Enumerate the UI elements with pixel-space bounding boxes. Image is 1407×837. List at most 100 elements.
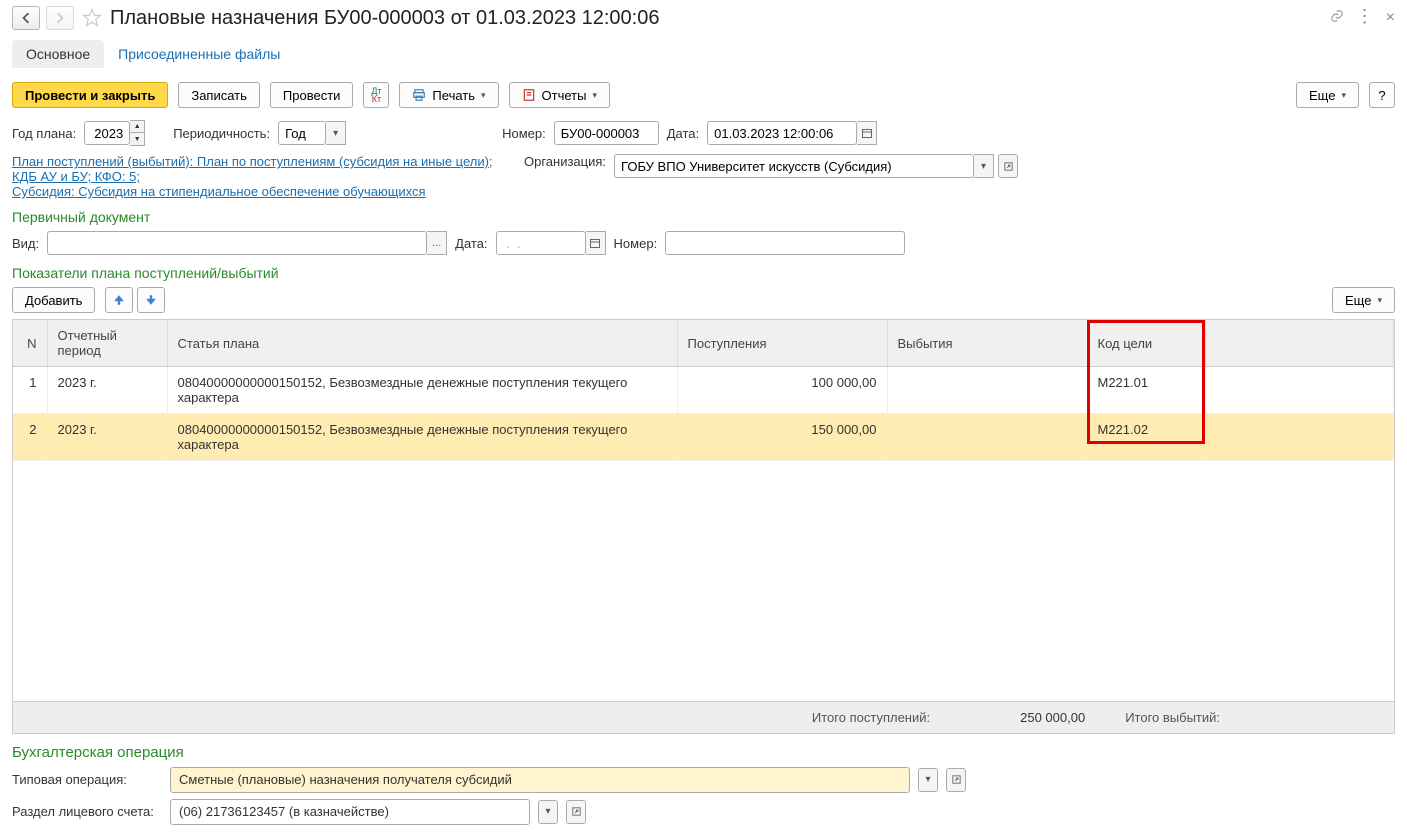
cell-goal: М221.02 bbox=[1087, 414, 1205, 461]
reports-label: Отчеты bbox=[542, 88, 587, 103]
arrow-right-icon bbox=[54, 12, 66, 24]
org-open-button[interactable] bbox=[998, 154, 1018, 178]
primary-doc-section-title: Первичный документ bbox=[12, 209, 1395, 225]
arrow-down-icon bbox=[145, 294, 157, 306]
add-row-button[interactable]: Добавить bbox=[12, 287, 95, 313]
indicators-section-title: Показатели плана поступлений/выбытий bbox=[12, 265, 1395, 281]
typ-op-input[interactable]: Сметные (плановые) назначения получателя… bbox=[170, 767, 910, 793]
acct-label: Раздел лицевого счета: bbox=[12, 804, 162, 819]
typ-op-open-button[interactable] bbox=[946, 768, 966, 792]
more-button[interactable]: Еще ▾ bbox=[1296, 82, 1359, 108]
periodicity-input[interactable] bbox=[278, 121, 326, 145]
primary-number-input[interactable] bbox=[665, 231, 905, 255]
caret-down-icon: ▾ bbox=[481, 90, 486, 101]
cell-in: 100 000,00 bbox=[677, 367, 887, 414]
nav-forward-button[interactable] bbox=[46, 6, 74, 30]
primary-date-calendar-button[interactable] bbox=[586, 231, 606, 255]
table-more-button[interactable]: Еще ▾ bbox=[1332, 287, 1395, 313]
totals-row: Итого поступлений: 250 000,00 Итого выбы… bbox=[12, 702, 1395, 734]
post-button[interactable]: Провести bbox=[270, 82, 354, 108]
acct-input[interactable]: (06) 21736123457 (в казначействе) bbox=[170, 799, 530, 825]
open-icon bbox=[571, 806, 582, 817]
help-button[interactable]: ? bbox=[1369, 82, 1395, 108]
number-input[interactable] bbox=[554, 121, 659, 145]
total-out-label: Итого выбытий: bbox=[1125, 710, 1220, 725]
nav-back-button[interactable] bbox=[12, 6, 40, 30]
primary-number-label: Номер: bbox=[614, 236, 658, 251]
col-header-goal[interactable]: Код цели bbox=[1087, 320, 1205, 367]
more-label: Еще bbox=[1309, 88, 1335, 103]
typ-op-value: Сметные (плановые) назначения получателя… bbox=[179, 772, 512, 787]
cell-out bbox=[887, 367, 1087, 414]
calendar-icon bbox=[861, 127, 873, 139]
caret-down-icon: ▾ bbox=[592, 90, 597, 101]
table-more-label: Еще bbox=[1345, 293, 1371, 308]
calendar-icon bbox=[589, 237, 601, 249]
acct-open-button[interactable] bbox=[566, 800, 586, 824]
cell-in: 150 000,00 bbox=[677, 414, 887, 461]
caret-down-icon: ▾ bbox=[1377, 295, 1382, 306]
org-input[interactable] bbox=[614, 154, 974, 178]
open-icon bbox=[1003, 161, 1014, 172]
col-header-out[interactable]: Выбытия bbox=[887, 320, 1087, 367]
cell-period: 2023 г. bbox=[47, 414, 167, 461]
plan-link[interactable]: План поступлений (выбытий): План по пост… bbox=[12, 154, 512, 184]
year-input[interactable] bbox=[84, 121, 130, 145]
move-up-button[interactable] bbox=[105, 287, 133, 313]
favorite-star-icon[interactable] bbox=[82, 8, 102, 28]
col-header-n[interactable]: N bbox=[13, 320, 47, 367]
cell-article: 08040000000000150152, Безвозмездные дене… bbox=[167, 367, 677, 414]
col-header-period[interactable]: Отчетный период bbox=[47, 320, 167, 367]
print-label: Печать bbox=[432, 88, 475, 103]
col-header-in[interactable]: Поступления bbox=[677, 320, 887, 367]
more-menu-icon[interactable]: ⋮ bbox=[1356, 9, 1374, 27]
date-input[interactable] bbox=[707, 121, 857, 145]
table-row[interactable]: 2 2023 г. 08040000000000150152, Безвозме… bbox=[13, 414, 1394, 461]
typ-op-dropdown-button[interactable]: ▾ bbox=[918, 768, 938, 792]
cell-article: 08040000000000150152, Безвозмездные дене… bbox=[167, 414, 677, 461]
kind-input[interactable] bbox=[47, 231, 427, 255]
accounting-section-title: Бухгалтерская операция bbox=[12, 744, 1395, 761]
subsidy-link[interactable]: Субсидия: Субсидия на стипендиальное обе… bbox=[12, 184, 512, 199]
total-in-value: 250 000,00 bbox=[1020, 710, 1085, 725]
indicators-table: N Отчетный период Статья плана Поступлен… bbox=[12, 319, 1395, 702]
org-dropdown-button[interactable]: ▾ bbox=[974, 154, 994, 178]
typ-op-label: Типовая операция: bbox=[12, 772, 162, 787]
acct-dropdown-button[interactable]: ▾ bbox=[538, 800, 558, 824]
primary-date-input[interactable] bbox=[496, 231, 586, 255]
close-icon[interactable]: × bbox=[1386, 9, 1395, 27]
report-icon bbox=[522, 88, 536, 102]
cell-period: 2023 г. bbox=[47, 367, 167, 414]
cell-n: 2 bbox=[13, 414, 47, 461]
dk-button[interactable]: ДтКт bbox=[363, 82, 389, 108]
tab-main[interactable]: Основное bbox=[12, 40, 104, 68]
cell-empty bbox=[1205, 367, 1394, 414]
print-button[interactable]: Печать ▾ bbox=[399, 82, 498, 108]
page-title: Плановые назначения БУ00-000003 от 01.03… bbox=[110, 7, 659, 30]
date-calendar-button[interactable] bbox=[857, 121, 877, 145]
reports-button[interactable]: Отчеты ▾ bbox=[509, 82, 610, 108]
cell-goal: М221.01 bbox=[1087, 367, 1205, 414]
save-button[interactable]: Записать bbox=[178, 82, 260, 108]
arrow-up-icon bbox=[113, 294, 125, 306]
tab-attached-files[interactable]: Присоединенные файлы bbox=[104, 40, 294, 68]
table-row[interactable]: 1 2023 г. 08040000000000150152, Безвозме… bbox=[13, 367, 1394, 414]
caret-down-icon: ▾ bbox=[1341, 90, 1346, 101]
cell-n: 1 bbox=[13, 367, 47, 414]
link-icon[interactable] bbox=[1330, 9, 1344, 27]
col-header-article[interactable]: Статья плана bbox=[167, 320, 677, 367]
post-and-close-button[interactable]: Провести и закрыть bbox=[12, 82, 168, 108]
acct-value: (06) 21736123457 (в казначействе) bbox=[179, 804, 389, 819]
cell-empty bbox=[1205, 414, 1394, 461]
total-in-label: Итого поступлений: bbox=[812, 710, 930, 725]
kind-select-button[interactable]: … bbox=[427, 231, 447, 255]
number-label: Номер: bbox=[502, 126, 546, 141]
year-spinner[interactable]: ▲▼ bbox=[130, 120, 145, 146]
periodicity-dropdown-button[interactable]: ▾ bbox=[326, 121, 346, 145]
kind-label: Вид: bbox=[12, 236, 39, 251]
move-down-button[interactable] bbox=[137, 287, 165, 313]
org-label: Организация: bbox=[524, 154, 606, 169]
tabs: Основное Присоединенные файлы bbox=[12, 40, 1395, 68]
date-label: Дата: bbox=[667, 126, 699, 141]
col-header-empty bbox=[1205, 320, 1394, 367]
